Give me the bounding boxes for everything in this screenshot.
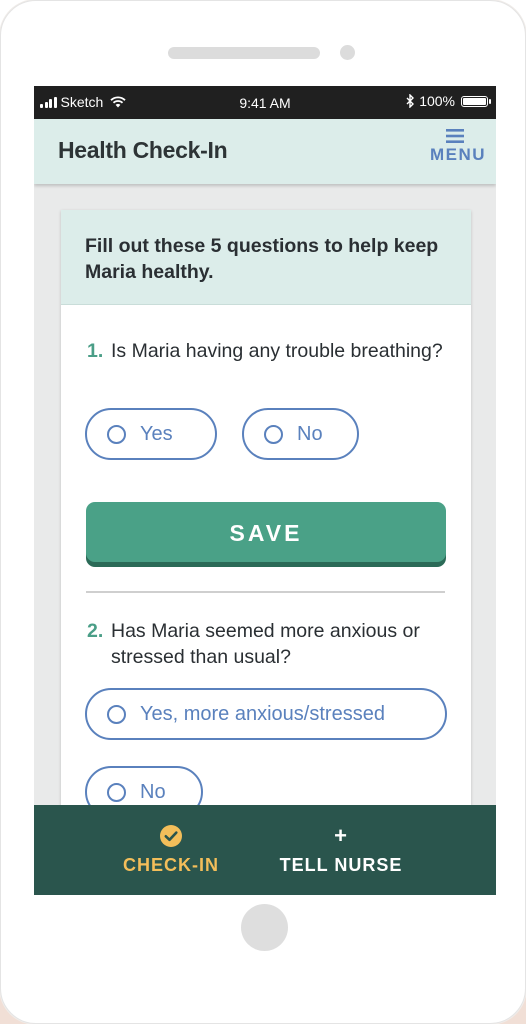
phone-frame: Sketch 9:41 AM 100% Health Check-In MENU… [0, 0, 526, 1024]
home-button[interactable] [241, 904, 288, 951]
check-circle-icon [160, 825, 182, 847]
option-label: Yes, more anxious/stressed [140, 702, 385, 725]
phone-speaker [168, 47, 320, 59]
battery-icon [461, 95, 491, 107]
save-button[interactable]: SAVE [86, 502, 446, 562]
question-2: 2. Has Maria seemed more anxious or stre… [87, 618, 451, 670]
nav-check-in[interactable]: CHECK-IN [116, 823, 226, 876]
nav-label: CHECK-IN [123, 855, 219, 875]
nav-label: TELL NURSE [279, 855, 403, 875]
menu-label: MENU [430, 145, 487, 164]
card-header: Fill out these 5 questions to help keep … [61, 210, 471, 305]
status-bar: Sketch 9:41 AM 100% [34, 86, 496, 119]
option-label: Yes [140, 422, 173, 445]
option-no[interactable]: No [242, 408, 359, 460]
bluetooth-icon [406, 94, 415, 108]
option-label: No [297, 422, 323, 445]
form-intro: Fill out these 5 questions to help keep … [85, 235, 439, 283]
question-divider [86, 591, 445, 593]
question-number: 1. [87, 340, 104, 362]
option-yes[interactable]: Yes [85, 408, 217, 460]
hamburger-icon [446, 129, 464, 143]
option-label: No [140, 780, 166, 803]
plus-icon: + [334, 823, 348, 848]
radio-circle-icon [107, 782, 126, 802]
question-text: Has Maria seemed more anxious or stresse… [111, 620, 420, 668]
page-title: Health Check-In [58, 137, 228, 163]
battery-percent: 100% [419, 93, 455, 109]
question-card: Fill out these 5 questions to help keep … [61, 210, 471, 895]
status-right: 100% [406, 93, 491, 109]
option-yes-anxious[interactable]: Yes, more anxious/stressed [85, 688, 447, 740]
menu-button[interactable]: MENU [430, 129, 487, 165]
question-1: 1. Is Maria having any trouble breathing… [87, 338, 451, 364]
app-header: Health Check-In MENU [34, 119, 496, 184]
app-screen: Sketch 9:41 AM 100% Health Check-In MENU… [34, 86, 496, 895]
nav-tell-nurse[interactable]: + TELL NURSE [279, 823, 403, 876]
radio-circle-icon [264, 424, 283, 444]
radio-circle-icon [107, 424, 126, 444]
question-text: Is Maria having any trouble breathing? [111, 340, 443, 362]
bottom-nav: CHECK-IN + TELL NURSE [34, 805, 496, 895]
question-number: 2. [87, 620, 104, 642]
phone-camera [340, 45, 355, 60]
radio-circle-icon [107, 704, 126, 724]
